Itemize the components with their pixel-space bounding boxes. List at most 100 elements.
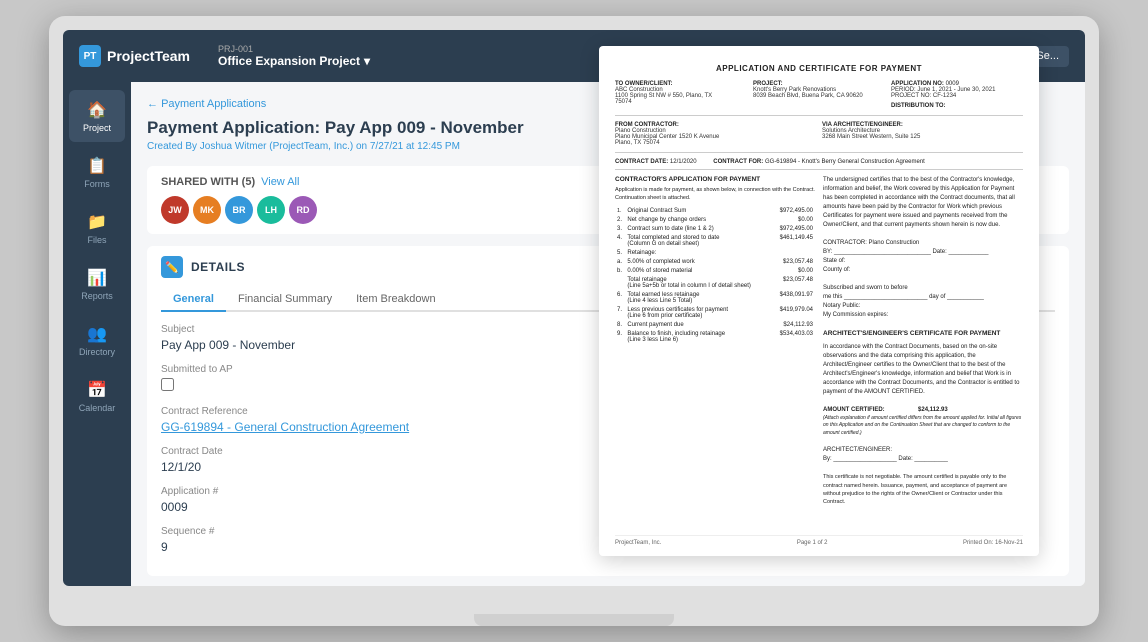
avatar-1: JW bbox=[161, 196, 189, 224]
logo-icon: PT bbox=[79, 45, 101, 67]
doc-arch-by: By: ___________________ Date: __________ bbox=[823, 455, 1023, 464]
doc-owner-value: ABC Construction1100 Spring St NW # 550,… bbox=[615, 87, 747, 105]
tab-financial-summary[interactable]: Financial Summary bbox=[226, 288, 344, 312]
doc-me-this: me this _________________________ day of… bbox=[823, 293, 1023, 302]
doc-item-1-label: Original Contract Sum bbox=[625, 206, 772, 215]
sidebar-label-reports: Reports bbox=[81, 291, 113, 301]
doc-item-5b-label: 0.00% of stored material bbox=[625, 266, 772, 275]
doc-item-2-amount: $0.00 bbox=[772, 215, 815, 224]
laptop-shell: PT ProjectTeam PRJ-001 Office Expansion … bbox=[49, 16, 1099, 626]
doc-state: State of: bbox=[823, 257, 1023, 266]
doc-contract-for-label: CONTRACT FOR: bbox=[713, 159, 763, 165]
sidebar-item-calendar[interactable]: 📅 Calendar bbox=[69, 370, 125, 422]
avatar-3: BR bbox=[225, 196, 253, 224]
view-all-link[interactable]: View All bbox=[261, 176, 299, 188]
doc-attach-note: (Attach explanation if amount certified … bbox=[823, 415, 1023, 438]
doc-footer-right: Printed On: 16-Nov-21 bbox=[963, 540, 1023, 546]
doc-item-9-num: 9. bbox=[615, 329, 625, 344]
doc-contract-date-label: CONTRACT DATE: bbox=[615, 159, 670, 165]
doc-project-col: PROJECT: Knott's Berry Park Renovations8… bbox=[753, 81, 885, 109]
doc-item-5a-amount: $23,057.48 bbox=[772, 257, 815, 266]
doc-item-5-num: 5. bbox=[615, 248, 625, 257]
doc-item-7-amount: $419,979.04 bbox=[772, 305, 815, 320]
project-id: PRJ-001 bbox=[218, 44, 370, 54]
details-icon: ✏️ bbox=[161, 256, 183, 278]
sidebar-label-directory: Directory bbox=[79, 347, 115, 357]
doc-item-1-num: 1. bbox=[615, 206, 625, 215]
doc-retainage-amount: $23,057.48 bbox=[772, 275, 815, 290]
doc-project-no: PROJECT NO: CF-1234 bbox=[891, 93, 1023, 99]
doc-item-1-amount: $972,495.00 bbox=[772, 206, 815, 215]
project-name[interactable]: Office Expansion Project ▾ bbox=[218, 54, 370, 68]
project-selector: PRJ-001 Office Expansion Project ▾ bbox=[218, 44, 370, 68]
doc-project-value: Knott's Berry Park Renovations8039 Beach… bbox=[753, 87, 885, 99]
doc-from-col: FROM CONTRACTOR: Plano ConstructionPlano… bbox=[615, 122, 816, 146]
doc-arch-cert-title: ARCHITECT'S/ENGINEER'S CERTIFICATE FOR P… bbox=[823, 329, 1023, 339]
chevron-down-icon: ▾ bbox=[364, 54, 370, 68]
sidebar-label-forms: Forms bbox=[84, 179, 110, 189]
details-title: DETAILS bbox=[191, 260, 245, 274]
doc-cert-text: The undersigned certifies that to the be… bbox=[823, 176, 1023, 230]
tab-general[interactable]: General bbox=[161, 288, 226, 312]
doc-item-5-label: Retainage: bbox=[625, 248, 772, 257]
doc-header-grid: TO OWNER/CLIENT: ABC Construction1100 Sp… bbox=[615, 81, 1023, 116]
doc-item-2-num: 2. bbox=[615, 215, 625, 224]
doc-item-5b-amount: $0.00 bbox=[772, 266, 815, 275]
doc-owner-col: TO OWNER/CLIENT: ABC Construction1100 Sp… bbox=[615, 81, 747, 109]
doc-contract-for-value: GG-619894 - Knott's Berry General Constr… bbox=[765, 159, 925, 165]
doc-item-3-num: 3. bbox=[615, 224, 625, 233]
search-label: Se... bbox=[1036, 50, 1059, 62]
document-preview: APPLICATION AND CERTIFICATE FOR PAYMENT … bbox=[599, 46, 1039, 556]
doc-contractor-app-title: CONTRACTOR'S APPLICATION FOR PAYMENT bbox=[615, 176, 815, 183]
sidebar-item-project[interactable]: 🏠 Project bbox=[69, 90, 125, 142]
avatar-2: MK bbox=[193, 196, 221, 224]
sidebar-item-reports[interactable]: 📊 Reports bbox=[69, 258, 125, 310]
doc-county: County of: bbox=[823, 266, 1023, 275]
doc-via-value: Solutions Architecture3268 Main Street W… bbox=[822, 128, 1023, 140]
doc-item-4-num: 4. bbox=[615, 233, 625, 248]
doc-item-9-amount: $534,403.03 bbox=[772, 329, 815, 344]
tab-item-breakdown[interactable]: Item Breakdown bbox=[344, 288, 447, 312]
doc-item-9-label: Balance to finish, including retainage(L… bbox=[625, 329, 772, 344]
doc-contractor-name: CONTRACTOR: Plano Construction bbox=[823, 239, 1023, 248]
doc-item-5a-label: 5.00% of completed work bbox=[625, 257, 772, 266]
contract-ref-link[interactable]: GG-619894 - General Construction Agreeme… bbox=[161, 420, 409, 434]
home-icon: 🏠 bbox=[87, 100, 107, 120]
doc-from-grid: FROM CONTRACTOR: Plano ConstructionPlano… bbox=[615, 122, 1023, 153]
doc-item-3-amount: $972,495.00 bbox=[772, 224, 815, 233]
files-icon: 📁 bbox=[87, 212, 107, 232]
doc-item-4-amount: $461,149.45 bbox=[772, 233, 815, 248]
doc-right-col: The undersigned certifies that to the be… bbox=[823, 176, 1023, 506]
doc-footer-center: Page 1 of 2 bbox=[797, 540, 828, 546]
doc-title: APPLICATION AND CERTIFICATE FOR PAYMENT bbox=[615, 64, 1023, 73]
avatar-4: LH bbox=[257, 196, 285, 224]
sidebar-label-project: Project bbox=[83, 123, 111, 133]
sidebar-item-directory[interactable]: 👥 Directory bbox=[69, 314, 125, 366]
doc-notary: Notary Public: bbox=[823, 302, 1023, 311]
doc-item-5b-num: b. bbox=[615, 266, 625, 275]
forms-icon: 📋 bbox=[87, 156, 107, 176]
doc-from-value: Plano ConstructionPlano Municipal Center… bbox=[615, 128, 816, 146]
avatar-5: RD bbox=[289, 196, 317, 224]
sidebar-item-forms[interactable]: 📋 Forms bbox=[69, 146, 125, 198]
calendar-icon: 📅 bbox=[87, 380, 107, 400]
sidebar-label-calendar: Calendar bbox=[79, 403, 116, 413]
shared-label: SHARED WITH (5) bbox=[161, 176, 255, 188]
doc-item-6-amount: $438,091.97 bbox=[772, 290, 815, 305]
doc-arch-cert-text: In accordance with the Contract Document… bbox=[823, 343, 1023, 397]
doc-app-intro: Application is made for payment, as show… bbox=[615, 187, 815, 202]
reports-icon: 📊 bbox=[87, 268, 107, 288]
directory-icon: 👥 bbox=[87, 324, 107, 344]
doc-item-7-label: Less previous certificates for payment(L… bbox=[625, 305, 772, 320]
doc-item-5a-num: a. bbox=[615, 257, 625, 266]
submitted-ap-checkbox[interactable] bbox=[161, 378, 174, 391]
doc-item-4-label: Total completed and stored to date(Colum… bbox=[625, 233, 772, 248]
doc-item-6-num: 6. bbox=[615, 290, 625, 305]
doc-footer: ProjectTeam, Inc. Page 1 of 2 Printed On… bbox=[615, 535, 1023, 546]
doc-amount-certified-label: AMOUNT CERTIFIED: $24,112.93 bbox=[823, 406, 1023, 415]
doc-commission: My Commission expires: bbox=[823, 311, 1023, 320]
doc-via-col: VIA ARCHITECT/ENGINEER: Solutions Archit… bbox=[822, 122, 1023, 146]
logo-text: ProjectTeam bbox=[107, 48, 190, 64]
sidebar-label-files: Files bbox=[87, 235, 106, 245]
sidebar-item-files[interactable]: 📁 Files bbox=[69, 202, 125, 254]
